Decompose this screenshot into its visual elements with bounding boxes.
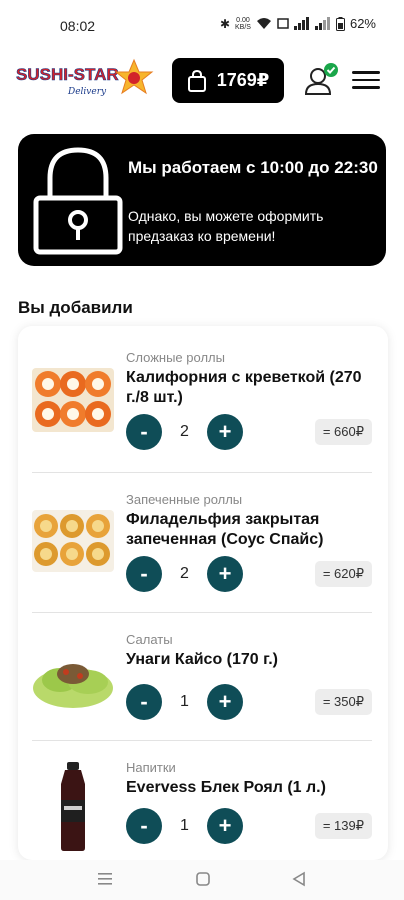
hamburger-menu-button[interactable]: [352, 66, 380, 94]
item-name: Evervess Блек Роял (1 л.): [126, 779, 326, 796]
sushi-star-logo[interactable]: SUSHI-STAR Delivery: [16, 58, 156, 104]
menu-line: [352, 86, 380, 89]
system-navigation-bar: [0, 860, 404, 900]
decrease-button[interactable]: -: [126, 684, 162, 720]
item-quantity: 1: [180, 817, 189, 834]
item-name: Калифорния с креветкой (270 г./8 шт.): [126, 369, 362, 406]
item-quantity: 1: [180, 693, 189, 710]
quantity-stepper: - 2 +: [126, 414, 243, 450]
item-category: Сложные роллы: [126, 350, 225, 365]
decrease-button[interactable]: -: [126, 808, 162, 844]
menu-lines-icon[interactable]: [96, 870, 114, 888]
status-icons: ✱ 0.00 KB/S 62%: [220, 16, 376, 31]
menu-line: [352, 71, 380, 74]
bluetooth-icon: ✱: [219, 16, 231, 31]
item-price: = 139₽: [314, 813, 372, 839]
battery-icon: [335, 16, 345, 31]
banner-subtitle: Однако, вы можете оформить предзаказ ко …: [128, 208, 324, 244]
home-square-icon[interactable]: [194, 870, 212, 888]
status-bar: 08:02 ✱ 0.00 KB/S 62%: [0, 0, 404, 48]
silent-icon: [277, 18, 289, 29]
increase-button[interactable]: +: [207, 556, 243, 592]
signal-icon-2: [314, 17, 330, 30]
item-price: = 660₽: [314, 419, 372, 445]
profile-button[interactable]: [304, 62, 340, 98]
divider: [32, 612, 372, 613]
increase-button[interactable]: +: [207, 684, 243, 720]
item-price: = 620₽: [314, 561, 372, 587]
logo-text: SUSHI-STAR: [16, 65, 119, 84]
item-price: = 350₽: [314, 689, 372, 715]
item-name: Филадельфия закрытая запеченная (Соус Сп…: [126, 511, 324, 548]
quantity-stepper: - 2 +: [126, 556, 243, 592]
back-triangle-icon[interactable]: [290, 870, 308, 888]
item-category: Запеченные роллы: [126, 492, 243, 507]
product-image: [33, 664, 113, 708]
product-image: [61, 762, 85, 851]
battery-percent: 62%: [349, 16, 376, 31]
product-image: [32, 368, 114, 432]
increase-button[interactable]: +: [207, 808, 243, 844]
item-category: Салаты: [126, 632, 173, 647]
divider: [32, 472, 372, 473]
cart-list: Сложные роллы Калифорния с креветкой (27…: [18, 326, 388, 860]
lock-icon: [33, 147, 123, 255]
divider: [32, 740, 372, 741]
logo-subtext: Delivery: [67, 87, 107, 97]
wifi-icon: [256, 18, 271, 29]
banner-title: Мы работаем с 10:00 до 22:30: [128, 158, 378, 177]
user-verified-icon: [304, 63, 338, 95]
cart-total: 1769₽: [216, 70, 270, 90]
item-name: Унаги Кайсо (170 г.): [126, 651, 278, 668]
decrease-button[interactable]: -: [126, 414, 162, 450]
cart-button[interactable]: 1769₽: [172, 58, 284, 103]
quantity-stepper: - 1 +: [126, 684, 243, 720]
decrease-button[interactable]: -: [126, 556, 162, 592]
item-quantity: 2: [180, 423, 189, 440]
menu-line: [352, 78, 380, 81]
product-image: [32, 510, 114, 572]
data-speed: 0.00 KB/S: [235, 16, 251, 31]
working-hours-banner: Мы работаем с 10:00 до 22:30 Однако, вы …: [18, 134, 386, 266]
shopping-bag-icon: [187, 69, 206, 92]
increase-button[interactable]: +: [207, 414, 243, 450]
section-title: Вы добавили: [18, 298, 133, 317]
item-category: Напитки: [126, 760, 176, 775]
item-quantity: 2: [180, 565, 189, 582]
quantity-stepper: - 1 +: [126, 808, 243, 844]
status-time: 08:02: [60, 18, 96, 34]
signal-icon: [293, 17, 309, 30]
